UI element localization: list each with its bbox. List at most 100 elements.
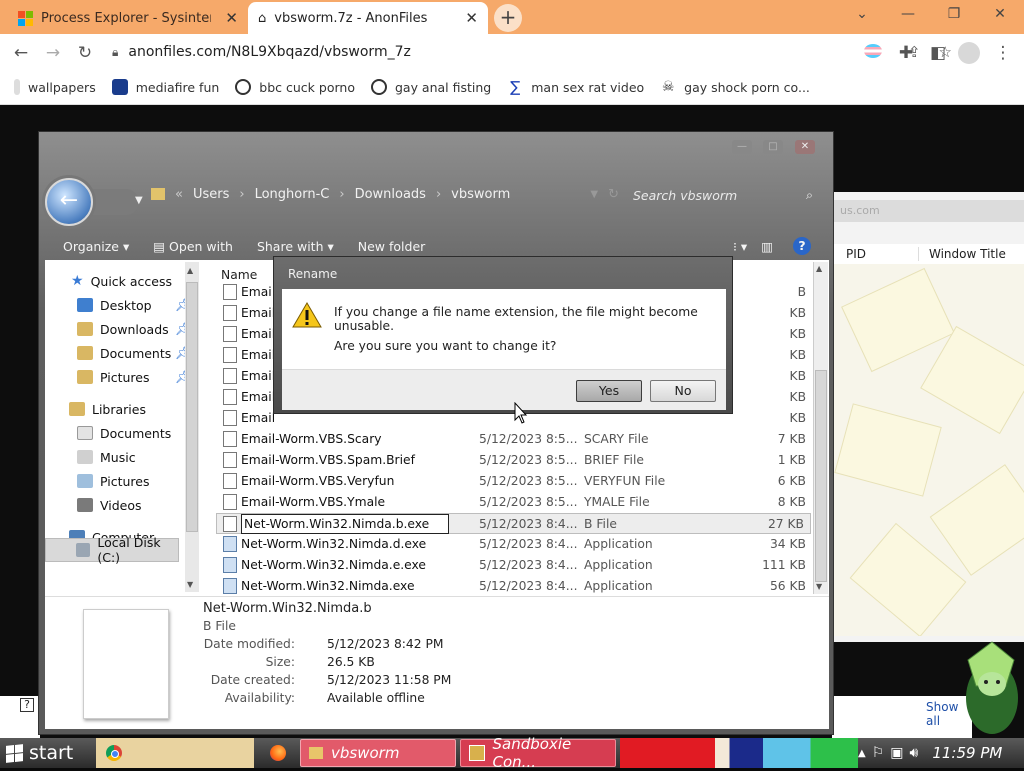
new-folder-button[interactable]: New folder [346, 239, 438, 254]
open-with-button[interactable]: ▤ Open with [141, 239, 245, 254]
forward-button[interactable]: ▼ [93, 189, 143, 215]
file-date: 5/12/2023 8:4... [479, 558, 578, 572]
organize-button[interactable]: Organize ▾ [39, 239, 141, 254]
file-row[interactable]: Email-Worm.VBS.Scary 5/12/2023 8:5... SCAR… [217, 429, 812, 450]
search-icon[interactable]: ⌕ [806, 187, 813, 203]
file-type: BRIEF File [584, 453, 644, 467]
address-dropdown-icon[interactable]: ▼ [590, 189, 598, 200]
close-window-button[interactable]: ✕ [980, 6, 1020, 22]
nav-lib-pictures[interactable]: Pictures [77, 470, 150, 492]
bookmark-wallpapers[interactable]: wallpapers [0, 79, 104, 95]
clock[interactable]: 11:59 PM [932, 744, 1002, 762]
nav-scrollbar[interactable]: ▲ ▼ [185, 262, 199, 592]
breadcrumb-vbsworm[interactable]: vbsworm [451, 187, 510, 202]
search-box[interactable]: Search vbsworm ⌕ [625, 182, 821, 208]
network-icon[interactable]: ▣ [890, 745, 903, 761]
column-header-name[interactable]: Name [221, 268, 257, 282]
taskbar-item-sandboxie[interactable]: Sandboxie Con... [460, 735, 616, 771]
file-row[interactable]: Net-Worm.Win32.Nimda.exe 5/12/2023 8:4...… [217, 576, 812, 597]
yes-button[interactable]: Yes [576, 380, 642, 402]
nav-libraries[interactable]: Libraries [69, 398, 146, 420]
taskbar-firefox-item[interactable] [262, 738, 296, 768]
taskbar-chrome-item[interactable] [96, 738, 254, 768]
chevron-icon[interactable]: › [339, 187, 344, 202]
file-list-scrollbar[interactable]: ▲ ▼ [813, 262, 828, 594]
help-icon[interactable]: ? [20, 698, 34, 712]
reload-icon[interactable]: ↻ [74, 42, 96, 64]
explorer-breadcrumb[interactable]: « Users › Longhorn-C › Downloads › vbswo… [151, 180, 619, 208]
dialog-body: If you change a file name extension, the… [282, 289, 726, 369]
side-panel-icon[interactable]: ◧ [927, 42, 949, 64]
tab-search-icon[interactable]: ⌄ [842, 6, 882, 22]
extension-flag-icon[interactable] [864, 44, 882, 58]
dropdown-arrow-icon[interactable]: ▼ [135, 195, 143, 206]
pictures-icon [77, 474, 93, 488]
nav-pictures[interactable]: Pictures 📌︎ [77, 366, 191, 388]
file-row[interactable]: Net-Worm.Win32.Nimda.d.exe 5/12/2023 8:4.… [217, 534, 812, 555]
bookmark-label: man sex rat video [531, 79, 645, 95]
minimize-button[interactable]: — [888, 6, 928, 22]
bookmark-gay-shock[interactable]: ☠ gay shock porn co... [652, 79, 818, 95]
chevron-icon[interactable]: › [436, 187, 441, 202]
address-bar[interactable]: 🔒︎ anonfiles.com/N8L9Xbqazd/vbsworm_7z ⇪… [112, 39, 952, 65]
close-button[interactable]: ✕ [795, 140, 815, 154]
close-tab-icon[interactable]: ✕ [465, 9, 478, 27]
show-hidden-icons-icon[interactable]: ▲ [858, 748, 866, 759]
minimize-button[interactable]: — [732, 140, 752, 154]
volume-icon[interactable]: 🔊︎ [910, 745, 919, 761]
nav-local-disk[interactable]: Local Disk (C:) [45, 535, 179, 565]
bookmark-icon [14, 79, 20, 95]
profile-avatar[interactable] [958, 42, 980, 64]
column-window-title[interactable]: Window Title [919, 247, 1006, 261]
chevron-icon[interactable]: › [239, 187, 244, 202]
share-with-button[interactable]: Share with ▾ [245, 239, 346, 254]
tab-anonfiles[interactable]: ⌂ vbsworm.7z - AnonFiles ✕ [248, 2, 488, 34]
file-size: 34 KB [769, 537, 806, 551]
breadcrumb-downloads[interactable]: Downloads [355, 187, 426, 202]
view-options-icon[interactable]: ⁝ ▾ [733, 239, 747, 254]
file-row[interactable]: Net-Worm.Win32.Nimda.e.exe 5/12/2023 8:4.… [217, 555, 812, 576]
scroll-thumb[interactable] [815, 370, 827, 582]
forward-icon[interactable]: → [42, 42, 64, 64]
help-icon[interactable]: ? [793, 237, 811, 255]
menu-icon[interactable]: ⋮ [992, 42, 1014, 64]
preview-pane-icon[interactable]: ▥ [761, 239, 773, 254]
overflow-chevron-icon[interactable]: « [175, 187, 183, 202]
refresh-icon[interactable]: ↻ [608, 187, 619, 202]
breadcrumb-longhorn[interactable]: Longhorn-C [255, 187, 330, 202]
nav-lib-music[interactable]: Music [77, 446, 136, 468]
nav-lib-documents[interactable]: Documents [77, 422, 171, 444]
taskbar-item-vbsworm[interactable]: vbsworm [300, 739, 456, 767]
new-tab-button[interactable]: + [494, 4, 522, 32]
bookmark-mediafire[interactable]: mediafire fun [104, 79, 228, 95]
nav-quick-access[interactable]: ★ Quick access [71, 270, 172, 292]
application-file-icon [223, 557, 237, 573]
nav-scroll-thumb[interactable] [186, 282, 198, 532]
bookmark-gay-anal[interactable]: gay anal fisting [363, 79, 499, 95]
dialog-message: If you change a file name extension, the… [334, 305, 698, 333]
back-button[interactable]: ← [45, 178, 93, 226]
start-button[interactable]: start [0, 738, 92, 768]
nav-downloads[interactable]: Downloads 📌︎ [77, 318, 191, 340]
nav-lib-videos[interactable]: Videos [77, 494, 142, 516]
bookmark-man-sex-rat[interactable]: ∑ man sex rat video [499, 79, 652, 95]
close-tab-icon[interactable]: ✕ [225, 9, 238, 27]
back-icon[interactable]: ← [10, 42, 32, 64]
extensions-icon[interactable]: ✚ [895, 42, 917, 64]
bookmark-bbc[interactable]: bbc cuck porno [227, 79, 363, 95]
maximize-button[interactable]: □ [763, 140, 783, 154]
breadcrumb-users[interactable]: Users [193, 187, 229, 202]
file-size: KB [789, 369, 807, 383]
column-pid[interactable]: PID [832, 247, 919, 261]
file-row[interactable]: Email-Worm.VBS.Spam.Brief 5/12/2023 8:5..… [217, 450, 812, 471]
restore-button[interactable]: ❐ [934, 6, 974, 22]
nav-documents[interactable]: Documents 📌︎ [77, 342, 191, 364]
file-row[interactable]: Email-Worm.VBS.Ymale 5/12/2023 8:5... YMAL… [217, 492, 812, 513]
file-row[interactable]: Net-Worm.Win32.Nimda.b.exe 5/12/2023 8:4.… [216, 513, 811, 534]
file-row[interactable]: Email-Worm.VBS.Veryfun 5/12/2023 8:5... VE… [217, 471, 812, 492]
nav-desktop[interactable]: Desktop 📌︎ [77, 294, 191, 316]
tab-process-explorer[interactable]: Process Explorer - Sysinternals ✕ [8, 2, 248, 34]
action-center-icon[interactable]: ⚐ [872, 745, 885, 761]
no-button[interactable]: No [650, 380, 716, 402]
rename-textbox[interactable]: Net-Worm.Win32.Nimda.b.exe [241, 514, 449, 534]
